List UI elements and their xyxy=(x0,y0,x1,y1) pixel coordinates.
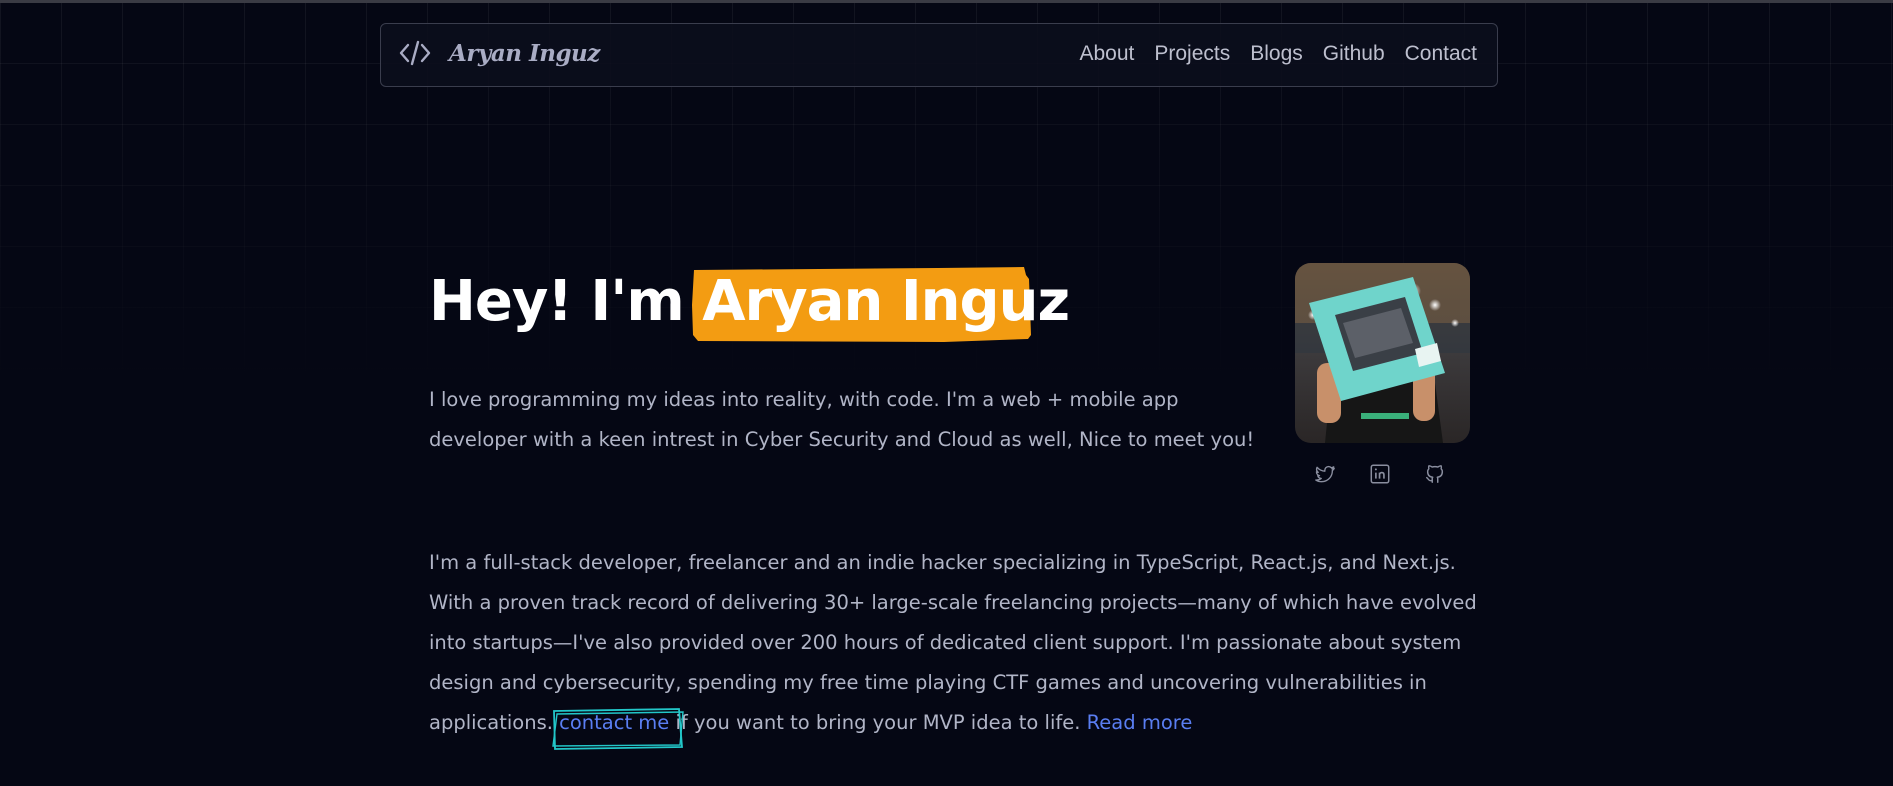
hand-drawn-box xyxy=(552,708,684,750)
hero-title-name: Aryan Inguz xyxy=(702,269,1070,334)
github-icon[interactable] xyxy=(1424,463,1446,485)
bio-text: I'm a full-stack developer, freelancer a… xyxy=(429,543,1479,750)
read-more-link[interactable]: Read more xyxy=(1087,711,1193,734)
nav-link-about[interactable]: About xyxy=(1079,42,1134,66)
nav-link-contact[interactable]: Contact xyxy=(1405,42,1477,66)
window-top-border xyxy=(0,0,1893,3)
nav-link-projects[interactable]: Projects xyxy=(1154,42,1230,66)
intro-text: I love programming my ideas into reality… xyxy=(429,388,1255,451)
linkedin-icon[interactable] xyxy=(1369,463,1391,485)
avatar xyxy=(1295,263,1470,443)
page: Aryan Inguz About Projects Blogs Github … xyxy=(0,0,1893,786)
nav-links: About Projects Blogs Github Contact xyxy=(1079,42,1477,66)
social-links xyxy=(1314,463,1446,485)
nav-link-github[interactable]: Github xyxy=(1323,42,1385,66)
bio-cta: if you want to bring your MVP idea to li… xyxy=(669,711,1087,734)
twitter-icon[interactable] xyxy=(1314,463,1336,485)
contact-me-link[interactable]: contact me xyxy=(552,708,684,750)
hero-title: Hey! I'm Aryan Inguz xyxy=(429,262,1071,342)
code-brackets-icon xyxy=(399,40,431,66)
nav-link-blogs[interactable]: Blogs xyxy=(1250,42,1303,66)
brand-name: Aryan Inguz xyxy=(449,39,600,67)
name-highlight: Aryan Inguz xyxy=(692,262,1071,342)
navbar: Aryan Inguz About Projects Blogs Github … xyxy=(380,23,1498,87)
avatar-photo xyxy=(1295,263,1470,443)
brand-home-link[interactable]: Aryan Inguz xyxy=(399,38,600,68)
hero-title-prefix: Hey! I'm xyxy=(429,269,703,334)
